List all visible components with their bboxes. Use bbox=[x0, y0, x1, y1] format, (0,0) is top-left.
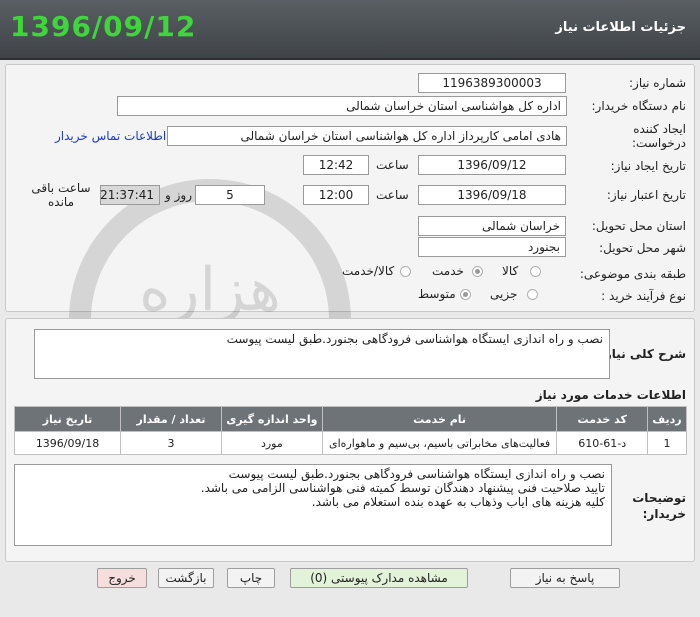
col-service-code: کد خدمت bbox=[556, 406, 649, 432]
back-button[interactable]: بازگشت bbox=[158, 568, 214, 588]
col-need-date: تاریخ نیاز bbox=[13, 406, 122, 432]
category-label: طبقه بندی موضوعی: bbox=[579, 267, 686, 281]
cell-unit: مورد bbox=[220, 431, 323, 455]
province-label: استان محل تحویل: bbox=[591, 219, 686, 233]
buyer-field: اداره کل هواشناسی استان خراسان شمالی bbox=[117, 96, 567, 116]
remaining-days-field: 5 bbox=[195, 185, 265, 205]
validity-time-label: ساعت bbox=[376, 188, 409, 202]
created-time-field: 12:42 bbox=[303, 155, 369, 175]
process-option-medium: متوسط bbox=[418, 287, 456, 301]
page-title: جزئیات اطلاعات نیاز bbox=[555, 20, 686, 35]
cell-need-date: 1396/09/18 bbox=[13, 431, 122, 455]
buyer-label: نام دستگاه خریدار: bbox=[591, 99, 687, 113]
created-date-field: 1396/09/12 bbox=[418, 155, 566, 175]
need-number-label: شماره نیاز: bbox=[629, 76, 686, 90]
remaining-time-field: 21:37:41 bbox=[100, 185, 160, 205]
header-date: 1396/09/12 bbox=[10, 10, 197, 43]
cell-service-code: د-61-610 bbox=[556, 431, 649, 455]
category-radio-both[interactable] bbox=[400, 266, 411, 277]
process-radio-minor[interactable] bbox=[527, 289, 538, 300]
table-row: 1 د-61-610 فعالیت‌های مخابراتی باسیم، بی… bbox=[13, 431, 687, 455]
col-service-name: نام خدمت bbox=[321, 406, 558, 432]
col-unit: واحد اندازه گیری bbox=[220, 406, 323, 432]
buyer-contact-link[interactable]: اطلاعات تماس خریدار bbox=[55, 129, 166, 143]
buyer-notes-label: توضیحات خریدار: bbox=[632, 491, 686, 521]
category-radio-service[interactable] bbox=[472, 266, 483, 277]
days-label: روز و bbox=[165, 188, 192, 202]
creator-label: ایجاد کننده درخواست: bbox=[632, 122, 686, 150]
cell-row: 1 bbox=[647, 431, 687, 455]
city-label: شهر محل تحویل: bbox=[599, 241, 686, 255]
validity-date-field: 1396/09/18 bbox=[418, 185, 566, 205]
col-row: ردیف bbox=[647, 406, 687, 432]
services-title: اطلاعات خدمات مورد نیاز bbox=[535, 388, 686, 402]
cell-service-name: فعالیت‌های مخابراتی باسیم، بی‌سیم و ماهو… bbox=[321, 431, 558, 455]
services-table: ردیف کد خدمت نام خدمت واحد اندازه گیری ت… bbox=[13, 406, 687, 455]
buyer-notes-box: نصب و راه اندازی ایستگاه هواشناسی فرودگا… bbox=[14, 464, 612, 546]
process-radio-medium[interactable] bbox=[460, 289, 471, 300]
category-option-service: خدمت bbox=[432, 264, 464, 278]
cell-quantity: 3 bbox=[120, 431, 222, 455]
col-quantity: تعداد / مقدار bbox=[120, 406, 222, 432]
process-label: نوع فرآیند خرید : bbox=[601, 289, 686, 303]
process-option-minor: جزیی bbox=[490, 287, 518, 301]
services-header-row: ردیف کد خدمت نام خدمت واحد اندازه گیری ت… bbox=[13, 406, 687, 432]
exit-button[interactable]: خروج bbox=[97, 568, 147, 588]
buyer-notes-line: نصب و راه اندازی ایستگاه هواشناسی فرودگا… bbox=[228, 467, 605, 481]
buyer-notes-line: کلیه هزینه های ایاب وذهاب به عهده بنده ا… bbox=[311, 495, 605, 509]
print-button[interactable]: چاپ bbox=[227, 568, 275, 588]
category-option-both: کالا/خدمت bbox=[342, 264, 395, 278]
category-option-goods: کالا bbox=[502, 264, 519, 278]
summary-label: شرح کلی نیاز: bbox=[600, 347, 686, 361]
need-number-field: 1196389300003 bbox=[418, 73, 566, 93]
created-time-label: ساعت bbox=[376, 158, 409, 172]
remaining-label: ساعت باقی مانده bbox=[31, 181, 91, 209]
validity-time-field: 12:00 bbox=[303, 185, 369, 205]
category-radio-goods[interactable] bbox=[530, 266, 541, 277]
view-attachments-button[interactable]: مشاهده مدارک پیوستی (0) bbox=[290, 568, 468, 588]
validity-date-label: تاریخ اعتبار نیاز: bbox=[606, 188, 686, 202]
created-date-label: تاریخ ایجاد نیاز: bbox=[610, 159, 686, 173]
buyer-notes-line: تایید صلاحیت فنی پیشنهاد دهندگان توسط کم… bbox=[200, 481, 605, 495]
province-field: خراسان شمالی bbox=[418, 216, 566, 236]
reply-button[interactable]: پاسخ به نیاز bbox=[510, 568, 620, 588]
summary-text: نصب و راه اندازی ایستگاه هواشناسی فرودگا… bbox=[34, 329, 610, 379]
creator-field: هادی امامی کارپرداز اداره کل هواشناسی اس… bbox=[167, 126, 567, 146]
city-field: بجنورد bbox=[418, 237, 566, 257]
